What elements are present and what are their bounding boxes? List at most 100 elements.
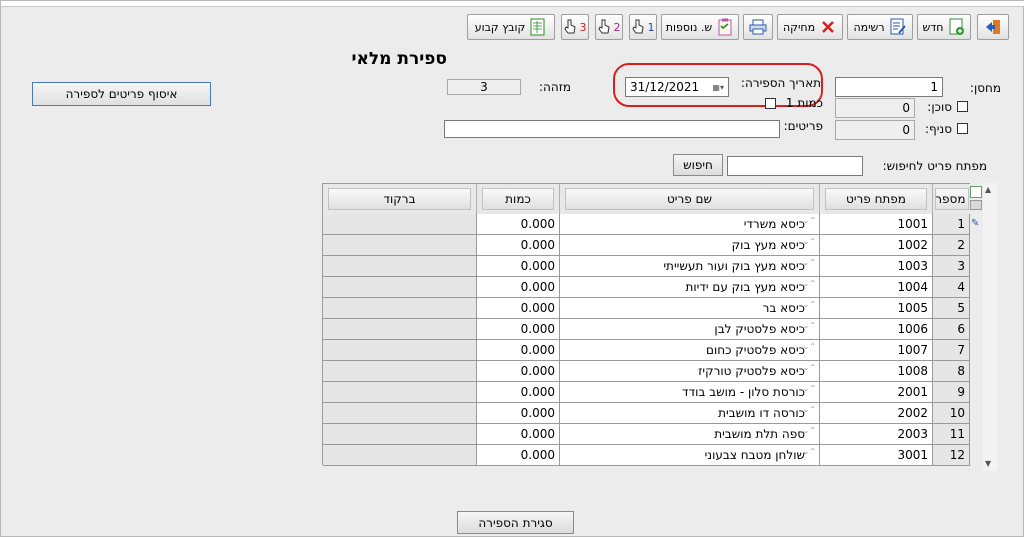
- close-count-button[interactable]: סגירת הספירה: [457, 511, 574, 534]
- cell-name[interactable]: כיסא מעץ בוק ועור תעשייתי ⌃⌄: [560, 256, 820, 277]
- spinner-icon[interactable]: ⌃⌄: [803, 280, 816, 294]
- cell-qty[interactable]: 0.000: [477, 382, 560, 403]
- hand-2-button[interactable]: 2: [595, 14, 623, 40]
- print-button[interactable]: [743, 14, 773, 40]
- header-item-key[interactable]: מפתח פריט: [820, 184, 933, 214]
- header-number[interactable]: מספר: [933, 184, 970, 214]
- table-row[interactable]: 0.000 כיסא משרדי ⌃⌄ 1001 1: [323, 214, 970, 235]
- cell-num[interactable]: 1: [933, 214, 970, 235]
- cell-name[interactable]: ספה תלת מושבית ⌃⌄: [560, 424, 820, 445]
- cell-name[interactable]: כיסא מעץ בוק ⌃⌄: [560, 235, 820, 256]
- cell-name[interactable]: כיסא בר ⌃⌄: [560, 298, 820, 319]
- edit-pencil-icon[interactable]: ✎: [971, 219, 981, 229]
- cell-barcode[interactable]: [323, 235, 477, 256]
- spinner-icon[interactable]: ⌃⌄: [803, 385, 816, 399]
- warehouse-input[interactable]: 1: [835, 77, 943, 97]
- cell-barcode[interactable]: [323, 340, 477, 361]
- search-key-input[interactable]: [727, 156, 863, 176]
- table-row[interactable]: 0.000 כיסא פלסטיק טורקיז ⌃⌄ 1008 8: [323, 361, 970, 382]
- cell-num[interactable]: 6: [933, 319, 970, 340]
- table-row[interactable]: 0.000 כורסת סלון - מושב בודד ⌃⌄ 2001 9: [323, 382, 970, 403]
- cell-num[interactable]: 11: [933, 424, 970, 445]
- fixed-file-button[interactable]: קובץ קבוע: [467, 14, 555, 40]
- cell-name[interactable]: כיסא משרדי ⌃⌄: [560, 214, 820, 235]
- cell-num[interactable]: 5: [933, 298, 970, 319]
- search-button[interactable]: חיפוש: [673, 154, 723, 176]
- collect-items-button[interactable]: איסוף פריטים לספירה: [32, 82, 211, 106]
- cell-barcode[interactable]: [323, 214, 477, 235]
- cell-key[interactable]: 2002: [820, 403, 933, 424]
- cell-num[interactable]: 3: [933, 256, 970, 277]
- cell-name[interactable]: כורסה דו מושבית ⌃⌄: [560, 403, 820, 424]
- hand-3-button[interactable]: 3: [561, 14, 589, 40]
- cell-num[interactable]: 10: [933, 403, 970, 424]
- spinner-icon[interactable]: ⌃⌄: [803, 448, 816, 462]
- cell-barcode[interactable]: [323, 256, 477, 277]
- agent-checkbox[interactable]: [957, 101, 968, 112]
- table-row[interactable]: 0.000 ספה תלת מושבית ⌃⌄ 2003 11: [323, 424, 970, 445]
- cell-barcode[interactable]: [323, 382, 477, 403]
- cell-barcode[interactable]: [323, 277, 477, 298]
- cell-qty[interactable]: 0.000: [477, 445, 560, 466]
- spinner-icon[interactable]: ⌃⌄: [803, 259, 816, 273]
- delete-button[interactable]: מחיקה: [777, 14, 843, 40]
- list-button[interactable]: רשימה: [847, 14, 913, 40]
- cell-qty[interactable]: 0.000: [477, 403, 560, 424]
- table-row[interactable]: 0.000 כיסא פלסטיק לבן ⌃⌄ 1006 6: [323, 319, 970, 340]
- cell-name[interactable]: כיסא פלסטיק כחום ⌃⌄: [560, 340, 820, 361]
- cell-name[interactable]: שולחן מטבח צבעוני ⌃⌄: [560, 445, 820, 466]
- cell-key[interactable]: 3001: [820, 445, 933, 466]
- cell-barcode[interactable]: [323, 319, 477, 340]
- cell-barcode[interactable]: [323, 361, 477, 382]
- agent-input[interactable]: 0: [835, 98, 915, 118]
- header-item-name[interactable]: שם פריט: [560, 184, 820, 214]
- filter-icon[interactable]: [970, 200, 982, 210]
- spinner-icon[interactable]: ⌃⌄: [803, 217, 816, 231]
- cell-key[interactable]: 1001: [820, 214, 933, 235]
- table-row[interactable]: 0.000 כיסא פלסטיק כחום ⌃⌄ 1007 7: [323, 340, 970, 361]
- cell-key[interactable]: 1005: [820, 298, 933, 319]
- scroll-down-icon[interactable]: ▼: [985, 459, 991, 468]
- cell-name[interactable]: כיסא פלסטיק טורקיז ⌃⌄: [560, 361, 820, 382]
- cell-barcode[interactable]: [323, 424, 477, 445]
- spinner-icon[interactable]: ⌃⌄: [803, 238, 816, 252]
- table-row[interactable]: 0.000 כורסה דו מושבית ⌃⌄ 2002 10: [323, 403, 970, 424]
- header-quantity[interactable]: כמות: [477, 184, 560, 214]
- cell-num[interactable]: 12: [933, 445, 970, 466]
- spinner-icon[interactable]: ⌃⌄: [803, 406, 816, 420]
- cell-num[interactable]: 8: [933, 361, 970, 382]
- quantity1-checkbox[interactable]: [765, 98, 776, 109]
- cell-barcode[interactable]: [323, 403, 477, 424]
- spinner-icon[interactable]: ⌃⌄: [803, 427, 816, 441]
- cell-key[interactable]: 1003: [820, 256, 933, 277]
- export-excel-icon[interactable]: [970, 186, 982, 198]
- cell-key[interactable]: 1008: [820, 361, 933, 382]
- branch-checkbox[interactable]: [957, 123, 968, 134]
- cell-barcode[interactable]: [323, 298, 477, 319]
- items-input[interactable]: [444, 120, 780, 138]
- cell-key[interactable]: 1004: [820, 277, 933, 298]
- cell-name[interactable]: כורסת סלון - מושב בודד ⌃⌄: [560, 382, 820, 403]
- cell-key[interactable]: 2001: [820, 382, 933, 403]
- cell-qty[interactable]: 0.000: [477, 277, 560, 298]
- cell-num[interactable]: 2: [933, 235, 970, 256]
- spinner-icon[interactable]: ⌃⌄: [803, 322, 816, 336]
- cell-barcode[interactable]: [323, 445, 477, 466]
- table-row[interactable]: 0.000 שולחן מטבח צבעוני ⌃⌄ 3001 12: [323, 445, 970, 466]
- cell-name[interactable]: כיסא פלסטיק לבן ⌃⌄: [560, 319, 820, 340]
- cell-key[interactable]: 1006: [820, 319, 933, 340]
- cell-name[interactable]: כיסא מעץ בוק עם ידיות ⌃⌄: [560, 277, 820, 298]
- header-barcode[interactable]: ברקוד: [323, 184, 477, 214]
- cell-qty[interactable]: 0.000: [477, 298, 560, 319]
- table-scrollbar[interactable]: ▲ ▼: [983, 183, 997, 471]
- cell-qty[interactable]: 0.000: [477, 235, 560, 256]
- cell-qty[interactable]: 0.000: [477, 340, 560, 361]
- cell-qty[interactable]: 0.000: [477, 361, 560, 382]
- cell-qty[interactable]: 0.000: [477, 256, 560, 277]
- spinner-icon[interactable]: ⌃⌄: [803, 364, 816, 378]
- cell-key[interactable]: 1007: [820, 340, 933, 361]
- cell-num[interactable]: 9: [933, 382, 970, 403]
- spinner-icon[interactable]: ⌃⌄: [803, 343, 816, 357]
- more-fields-button[interactable]: ש. נוספות: [661, 14, 739, 40]
- cell-qty[interactable]: 0.000: [477, 214, 560, 235]
